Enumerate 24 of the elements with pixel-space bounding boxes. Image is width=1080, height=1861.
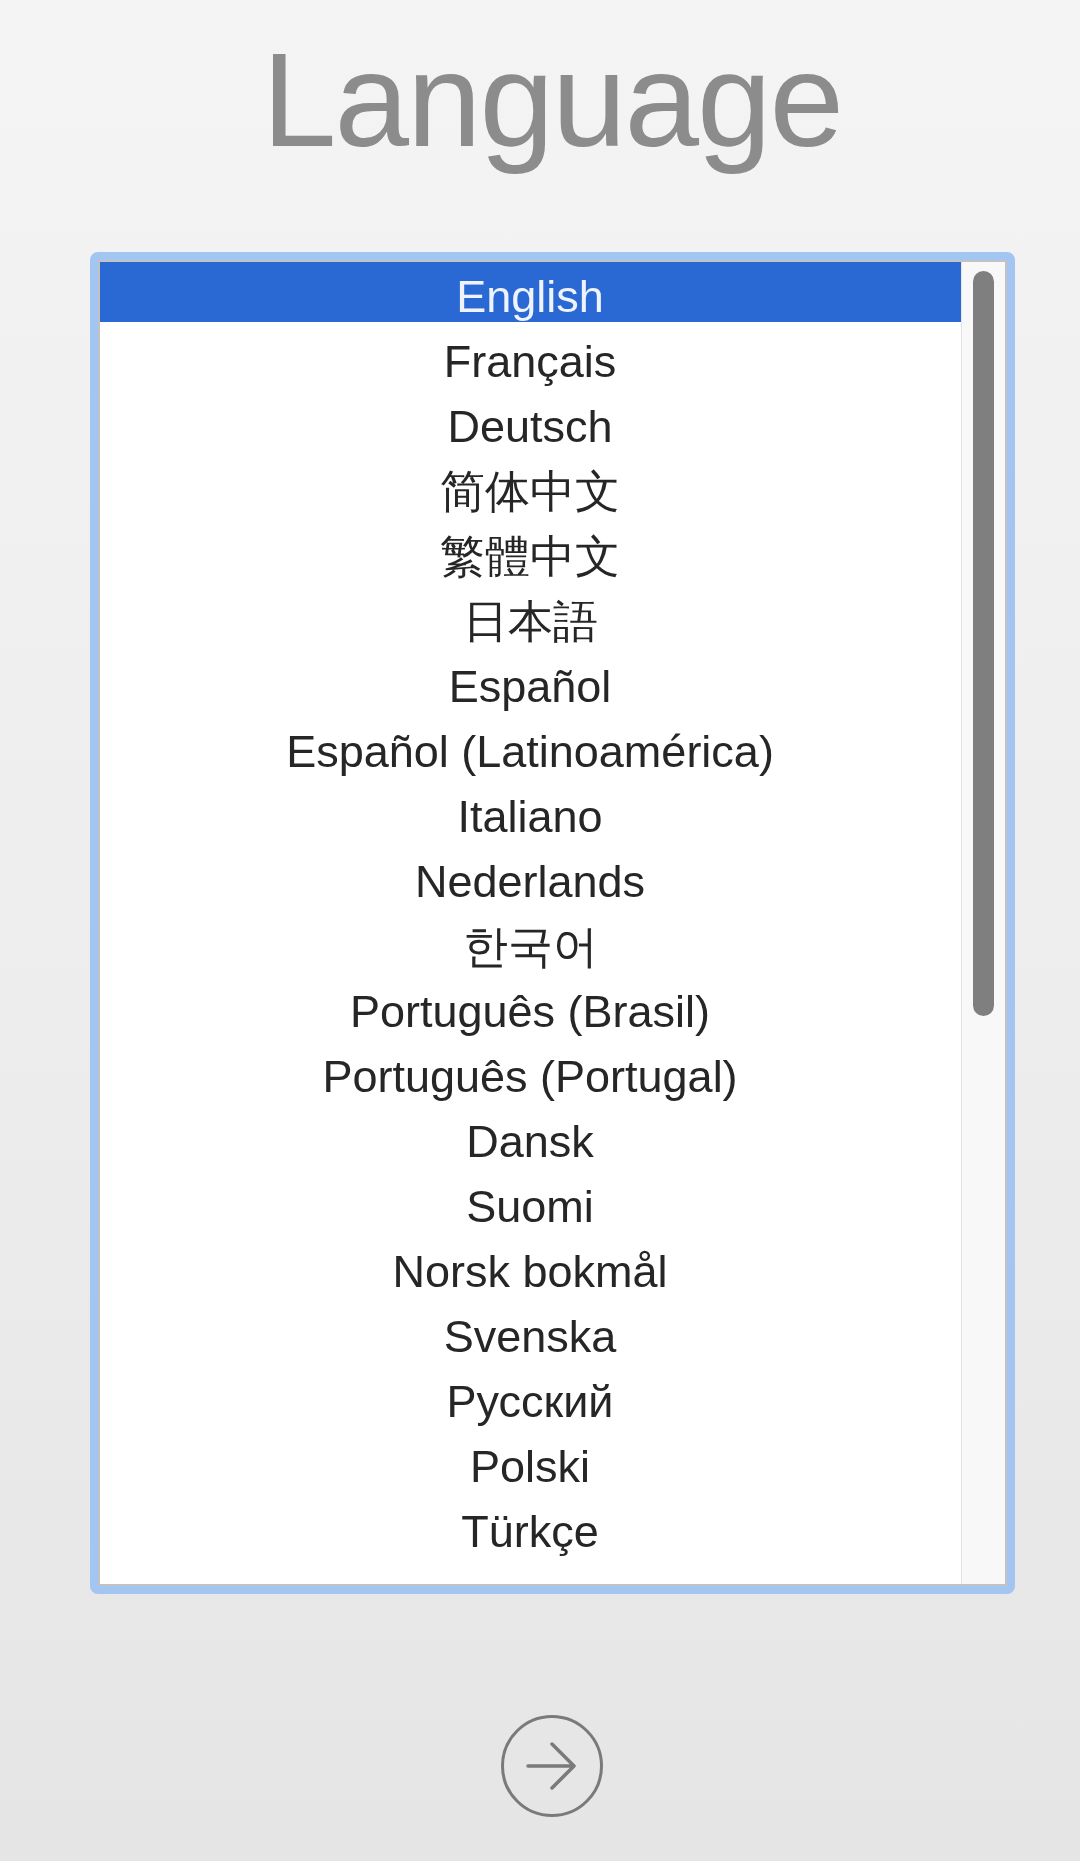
language-option[interactable]: Русский	[99, 1366, 961, 1427]
scrollbar-thumb[interactable]	[972, 270, 994, 1016]
language-option[interactable]: Português (Brasil)	[99, 976, 961, 1037]
language-option[interactable]: English	[99, 261, 961, 322]
language-option[interactable]: Français	[99, 326, 961, 387]
language-option[interactable]: Italiano	[99, 781, 961, 842]
language-option[interactable]: 日本語	[99, 586, 961, 647]
language-option[interactable]: Nederlands	[99, 846, 961, 907]
language-option[interactable]: 한국어	[99, 911, 961, 972]
language-option[interactable]: 简体中文	[99, 456, 961, 517]
language-option[interactable]: Español (Latinoamérica)	[99, 716, 961, 777]
language-option[interactable]: Suomi	[99, 1171, 961, 1232]
language-option[interactable]: Svenska	[99, 1301, 961, 1362]
arrow-right-icon	[526, 1740, 578, 1791]
page-title: Language	[261, 24, 843, 176]
language-option[interactable]: Norsk bokmål	[99, 1236, 961, 1297]
language-option[interactable]: Dansk	[99, 1106, 961, 1167]
language-option[interactable]: Türkçe	[99, 1496, 961, 1557]
language-option[interactable]: Deutsch	[99, 391, 961, 452]
language-option[interactable]: Español	[99, 651, 961, 712]
language-option[interactable]: Polski	[99, 1431, 961, 1492]
language-option[interactable]: 繁體中文	[99, 521, 961, 582]
language-option[interactable]: Português (Portugal)	[99, 1041, 961, 1102]
next-button[interactable]	[501, 1714, 603, 1817]
